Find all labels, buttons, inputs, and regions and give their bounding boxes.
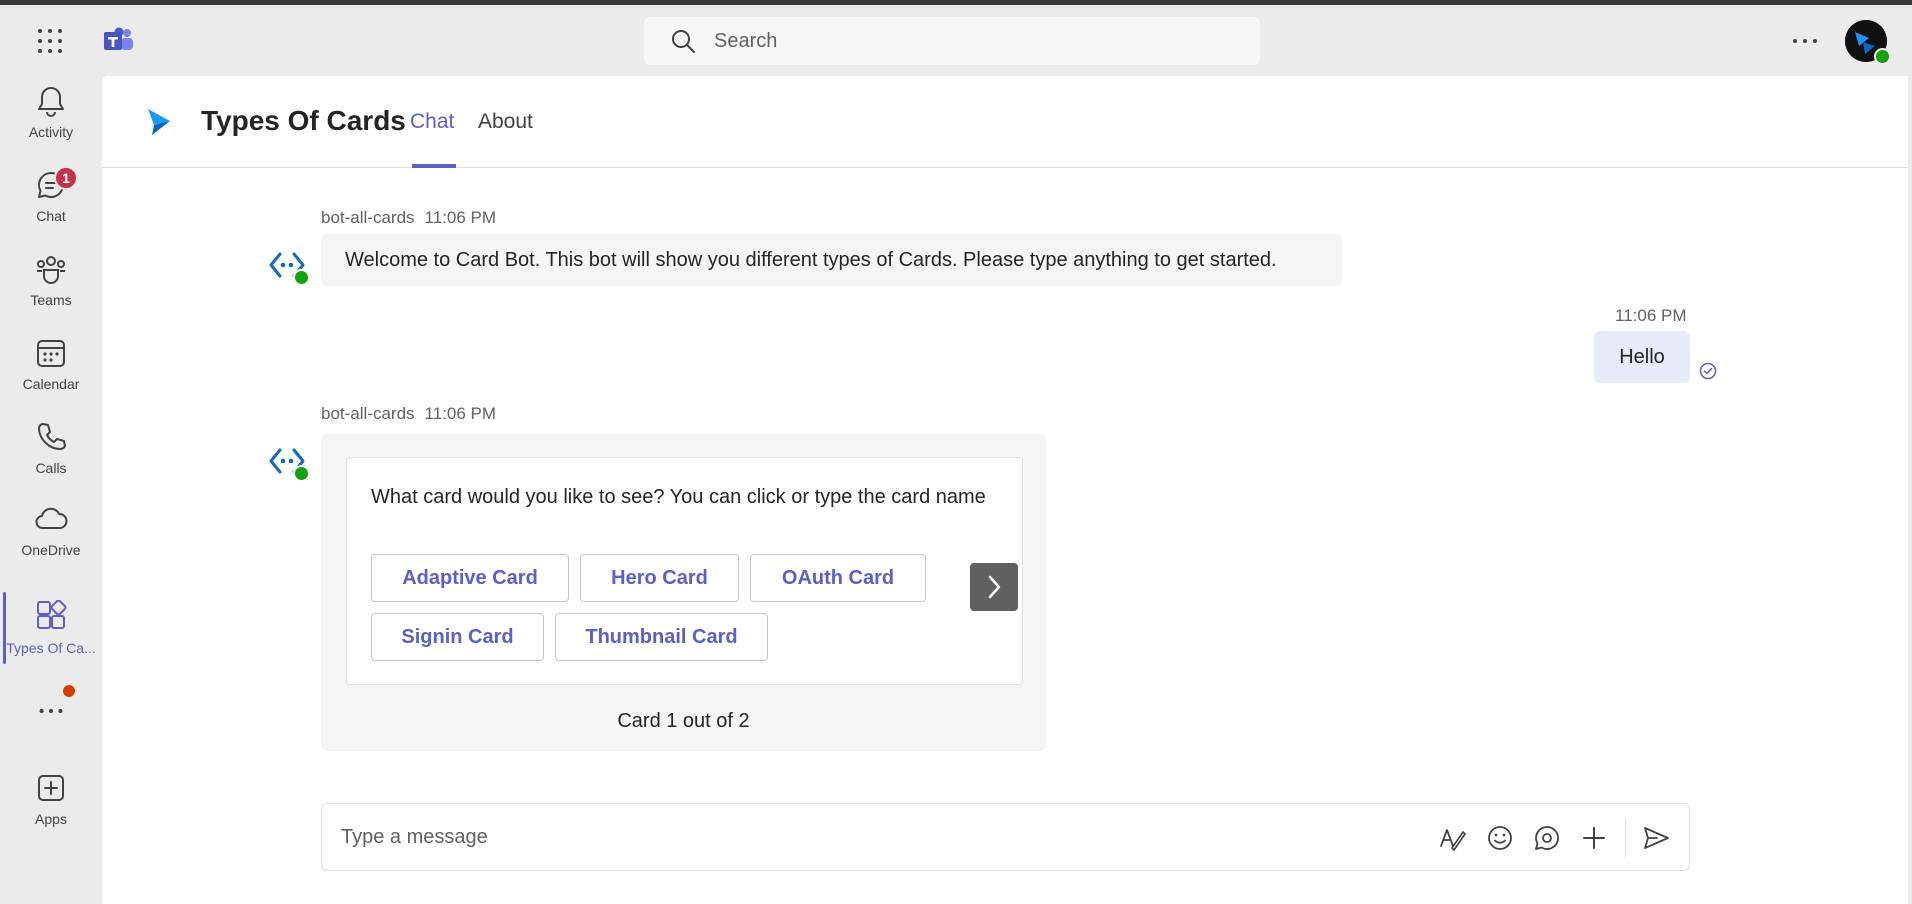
phone-icon — [38, 423, 66, 450]
teams-logo-icon — [104, 27, 133, 50]
loop-icon[interactable] — [1533, 824, 1561, 852]
carousel-counter: Card 1 out of 2 — [617, 710, 750, 732]
calendar-icon — [37, 340, 65, 367]
rail-item-calendar[interactable]: Calendar — [0, 328, 102, 408]
rail-label: Activity — [28, 124, 74, 140]
signin-card-button[interactable]: Signin Card — [371, 613, 544, 661]
app-header: Types Of Cards Chat About — [102, 76, 1908, 168]
more-options-icon[interactable] — [1791, 31, 1819, 51]
cloud-icon — [35, 507, 68, 529]
presence-available-icon — [1874, 48, 1891, 65]
rail-item-chat[interactable]: 1 Chat — [0, 160, 102, 240]
send-icon[interactable] — [1642, 824, 1670, 852]
main-pane: Types Of Cards Chat About bot-all-cards 1… — [102, 76, 1908, 904]
rail-item-apps[interactable]: Apps — [0, 763, 102, 843]
message-meta: bot-all-cards 11:06 PM — [321, 208, 496, 228]
rail-label: Apps — [35, 811, 67, 827]
waffle-icon[interactable] — [36, 27, 64, 55]
search-input[interactable] — [714, 29, 1214, 53]
add-app-icon — [38, 775, 64, 801]
search-icon — [672, 30, 695, 53]
hero-card-button[interactable]: Hero Card — [580, 554, 739, 602]
top-bar — [0, 5, 1912, 76]
message-text: Welcome to Card Bot. This bot will show … — [345, 248, 1277, 271]
active-tab-indicator — [412, 164, 456, 168]
oauth-card-button[interactable]: OAuth Card — [750, 554, 926, 602]
message-time: 11:06 PM — [424, 208, 497, 227]
bell-icon — [38, 87, 64, 117]
format-icon[interactable] — [1438, 824, 1466, 852]
search-bar[interactable] — [644, 17, 1260, 65]
teams-window: Activity 1 Chat Teams — [0, 5, 1912, 904]
rail-item-types-of-cards[interactable]: Types Of Ca... — [0, 592, 102, 672]
teams-icon — [37, 256, 65, 284]
bot-presence-icon — [293, 465, 310, 482]
more-apps-icon — [39, 708, 63, 714]
rail-item-teams[interactable]: Teams — [0, 244, 102, 324]
rail-label: Calendar — [22, 376, 80, 392]
seen-check-icon — [1699, 362, 1717, 380]
composer-divider — [1625, 818, 1626, 858]
message-text: Hello — [1619, 345, 1665, 368]
rail-item-calls[interactable]: Calls — [0, 412, 102, 492]
sender-name: bot-all-cards — [321, 208, 415, 227]
rail-label: Types Of Ca... — [6, 640, 96, 656]
app-logo-icon — [148, 109, 170, 135]
message-bubble: Welcome to Card Bot. This bot will show … — [321, 234, 1342, 286]
rail-item-more-apps[interactable] — [0, 687, 102, 727]
app-title: Types Of Cards — [201, 105, 406, 136]
sender-name: bot-all-cards — [321, 404, 415, 423]
scrollbar[interactable] — [1904, 168, 1908, 904]
rail-label: Calls — [35, 460, 67, 476]
message-input[interactable] — [341, 825, 1391, 849]
adaptive-card-button[interactable]: Adaptive Card — [371, 554, 569, 602]
rail-item-activity[interactable]: Activity — [0, 76, 102, 156]
unread-badge: 1 — [54, 166, 78, 190]
message-composer[interactable] — [321, 803, 1690, 871]
card-text: What card would you like to see? You can… — [371, 486, 986, 508]
left-rail: Activity 1 Chat Teams Calendar Calls One… — [0, 76, 102, 904]
message-meta: bot-all-cards 11:06 PM — [321, 404, 496, 424]
rail-label: OneDrive — [21, 542, 81, 558]
app-icon — [37, 600, 67, 629]
bot-presence-icon — [293, 269, 310, 286]
carousel-next-button[interactable] — [970, 563, 1018, 611]
tab-chat[interactable]: Chat — [410, 110, 454, 134]
message-meta: 11:06 PM — [1615, 306, 1687, 326]
tab-about[interactable]: About — [478, 110, 533, 134]
thumbnail-card-button[interactable]: Thumbnail Card — [555, 613, 768, 661]
message-bubble-outgoing: Hello — [1594, 331, 1690, 383]
chevron-right-icon — [988, 575, 1001, 599]
rail-item-onedrive[interactable]: OneDrive — [0, 494, 102, 574]
emoji-icon[interactable] — [1486, 824, 1514, 852]
card-carousel: What card would you like to see? You can… — [321, 434, 1046, 751]
plus-icon[interactable] — [1580, 824, 1608, 852]
hero-card: What card would you like to see? You can… — [346, 457, 1023, 685]
rail-label: Chat — [36, 208, 66, 224]
message-time: 11:06 PM — [1615, 306, 1687, 325]
message-time: 11:06 PM — [424, 404, 497, 423]
user-avatar[interactable] — [1845, 20, 1891, 65]
rail-label: Teams — [30, 292, 72, 308]
